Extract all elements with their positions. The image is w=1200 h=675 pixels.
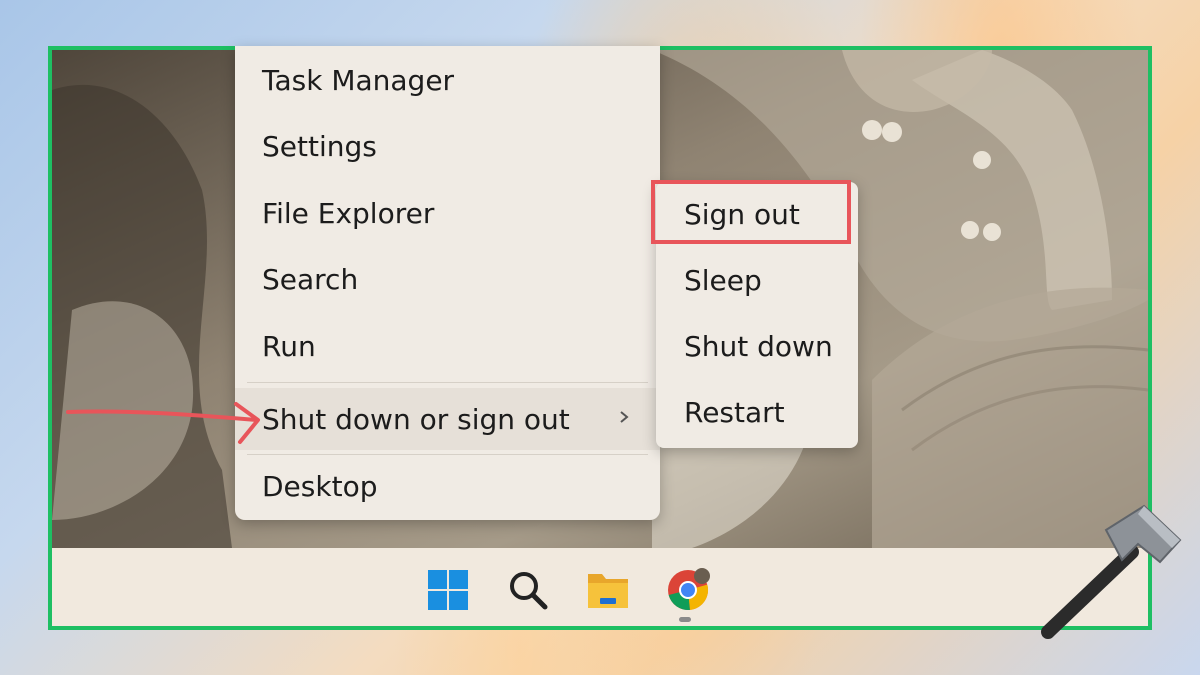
menu-item-desktop[interactable]: Desktop [235, 456, 660, 516]
menu-item-label: Task Manager [262, 63, 455, 97]
hammer-logo-icon [1041, 504, 1182, 639]
active-app-indicator [679, 617, 691, 622]
search-icon[interactable] [506, 568, 550, 612]
submenu-item-shut-down[interactable]: Shut down [656, 314, 858, 378]
sign-out-highlight-box [651, 180, 851, 244]
winx-context-menu: Task Manager Settings File Explorer Sear… [235, 46, 660, 520]
file-explorer-icon[interactable] [586, 568, 630, 612]
menu-divider [247, 454, 648, 455]
menu-item-search[interactable]: Search [235, 249, 660, 309]
submenu-item-label: Restart [684, 395, 785, 429]
windows-start-icon[interactable] [426, 568, 470, 612]
menu-item-shut-down-or-sign-out[interactable]: Shut down or sign out [235, 388, 660, 450]
menu-item-label: Settings [262, 129, 377, 163]
menu-item-task-manager[interactable]: Task Manager [235, 50, 660, 110]
menu-item-label: Run [262, 329, 316, 363]
menu-item-label: Shut down or sign out [262, 402, 570, 436]
menu-divider [247, 382, 648, 383]
submenu-item-label: Shut down [684, 329, 833, 363]
chrome-icon[interactable] [666, 568, 710, 612]
submenu-item-sleep[interactable]: Sleep [656, 248, 858, 312]
menu-item-settings[interactable]: Settings [235, 116, 660, 176]
menu-item-run[interactable]: Run [235, 316, 660, 376]
submenu-item-label: Sleep [684, 263, 762, 297]
taskbar [52, 548, 1148, 626]
submenu-item-restart[interactable]: Restart [656, 380, 858, 444]
menu-item-label: Search [262, 262, 359, 296]
menu-item-file-explorer[interactable]: File Explorer [235, 183, 660, 243]
chevron-right-icon [620, 411, 629, 423]
pointer-arrow-icon [66, 402, 260, 444]
menu-item-label: File Explorer [262, 196, 435, 230]
profile-avatar-badge [694, 568, 710, 584]
menu-item-label: Desktop [262, 469, 378, 503]
